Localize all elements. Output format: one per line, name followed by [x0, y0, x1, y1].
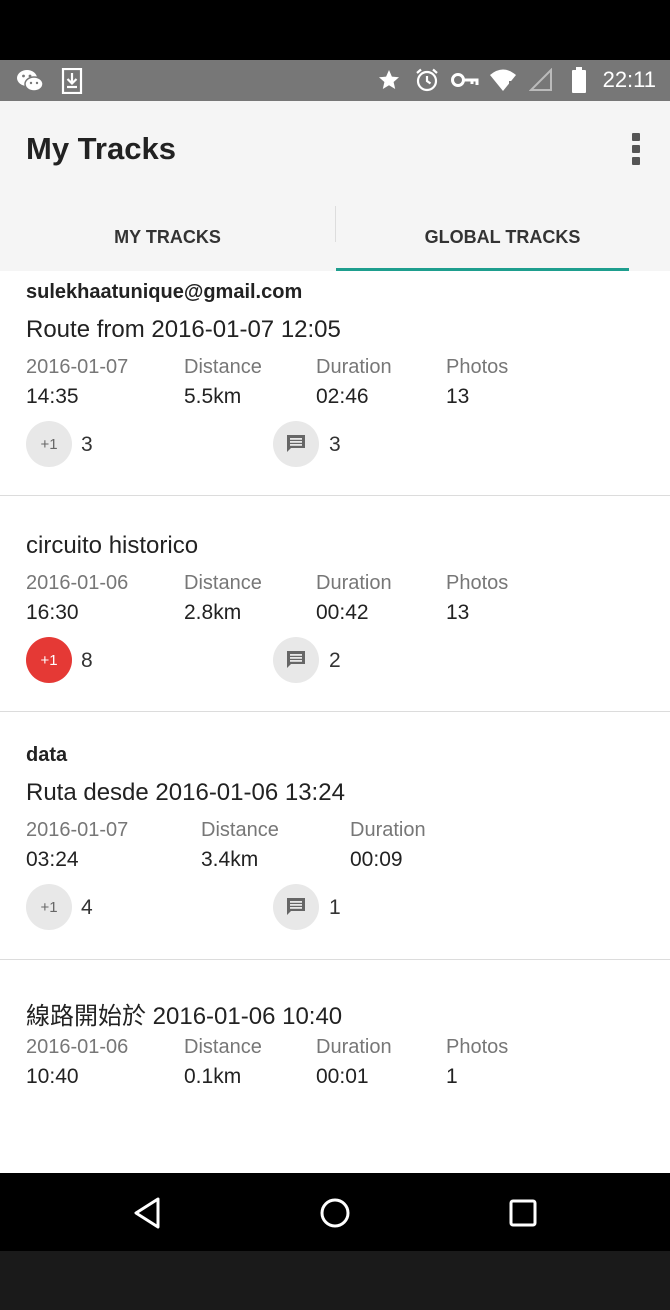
- star-icon: [375, 66, 403, 94]
- comment-button[interactable]: [273, 637, 319, 683]
- distance-value: 0.1km: [184, 1065, 242, 1088]
- system-nav-bar: [0, 1173, 670, 1251]
- track-time: 16:30: [26, 601, 79, 624]
- comment-count: 3: [329, 433, 341, 456]
- comment-button[interactable]: [273, 884, 319, 930]
- distance-value: 2.8km: [184, 601, 242, 624]
- comment-icon: [287, 651, 305, 668]
- track-list[interactable]: sulekhaatunique@gmail.com Route from 201…: [0, 271, 670, 1173]
- track-name: Route from 2016-01-07 12:05: [26, 316, 341, 343]
- track-card[interactable]: data Ruta desde 2016-01-06 13:24 2016-01…: [0, 712, 670, 960]
- comment-icon: [287, 898, 305, 915]
- wechat-icon: [16, 67, 44, 95]
- track-owner: data: [26, 744, 68, 766]
- photos-value: 13: [446, 601, 470, 624]
- tab-my-tracks[interactable]: MY TRACKS: [0, 204, 335, 271]
- page-title: My Tracks: [26, 131, 176, 166]
- photos-label: Photos: [446, 1036, 509, 1058]
- track-owner: sulekhaatunique@gmail.com: [26, 281, 303, 303]
- back-icon[interactable]: [127, 1193, 167, 1233]
- track-date: 2016-01-06: [26, 1036, 129, 1058]
- track-time: 03:24: [26, 848, 79, 871]
- duration-label: Duration: [350, 819, 426, 841]
- duration-value: 00:01: [316, 1065, 369, 1088]
- alarm-icon: [413, 66, 441, 94]
- home-icon[interactable]: [315, 1193, 355, 1233]
- tab-global-tracks[interactable]: GLOBAL TRACKS: [335, 204, 670, 271]
- duration-value: 02:46: [316, 385, 369, 408]
- duration-value: 00:09: [350, 848, 403, 871]
- track-name: 線路開始於 2016-01-06 10:40: [26, 1003, 343, 1030]
- plus-one-count: 3: [81, 433, 93, 456]
- track-name: Ruta desde 2016-01-06 13:24: [26, 779, 345, 806]
- top-bezel: [0, 0, 670, 60]
- recents-icon[interactable]: [503, 1193, 543, 1233]
- comment-count: 1: [329, 896, 341, 919]
- track-card[interactable]: sulekhaatunique@gmail.com Route from 201…: [0, 271, 670, 496]
- tab-divider: [335, 206, 336, 242]
- more-vert-icon[interactable]: [624, 129, 648, 169]
- track-date: 2016-01-07: [26, 356, 129, 378]
- track-name: circuito historico: [26, 532, 199, 559]
- photos-label: Photos: [446, 356, 509, 378]
- plus-one-count: 4: [81, 896, 93, 919]
- tab-bar: MY TRACKS GLOBAL TRACKS: [0, 204, 670, 271]
- comment-icon: [287, 435, 305, 452]
- distance-label: Distance: [184, 356, 262, 378]
- wifi-icon: [489, 66, 517, 94]
- signal-icon: [527, 66, 555, 94]
- app-bar: My Tracks MY TRACKS GLOBAL TRACKS: [0, 101, 670, 271]
- track-time: 14:35: [26, 385, 79, 408]
- track-card[interactable]: 線路開始於 2016-01-06 10:40 2016-01-06 10:40 …: [0, 960, 670, 1173]
- duration-label: Duration: [316, 356, 392, 378]
- plus-one-count: 8: [81, 649, 93, 672]
- comment-button[interactable]: [273, 421, 319, 467]
- duration-value: 00:42: [316, 601, 369, 624]
- photos-value: 1: [446, 1065, 458, 1088]
- battery-icon: [565, 66, 593, 94]
- distance-value: 5.5km: [184, 385, 242, 408]
- track-date: 2016-01-07: [26, 819, 129, 841]
- bottom-bezel: [0, 1251, 670, 1310]
- key-icon: [450, 66, 479, 94]
- plus-one-button[interactable]: +1: [26, 637, 72, 683]
- comment-count: 2: [329, 649, 341, 672]
- status-bar: 22:11: [0, 60, 670, 101]
- distance-value: 3.4km: [201, 848, 259, 871]
- plus-one-button[interactable]: +1: [26, 884, 72, 930]
- clock: 22:11: [602, 67, 656, 92]
- track-card[interactable]: circuito historico 2016-01-06 16:30 Dist…: [0, 496, 670, 712]
- plus-one-button[interactable]: +1: [26, 421, 72, 467]
- distance-label: Distance: [184, 572, 262, 594]
- track-date: 2016-01-06: [26, 572, 129, 594]
- distance-label: Distance: [184, 1036, 262, 1058]
- download-icon: [58, 67, 86, 95]
- duration-label: Duration: [316, 572, 392, 594]
- distance-label: Distance: [201, 819, 279, 841]
- photos-label: Photos: [446, 572, 509, 594]
- photos-value: 13: [446, 385, 470, 408]
- duration-label: Duration: [316, 1036, 392, 1058]
- track-time: 10:40: [26, 1065, 79, 1088]
